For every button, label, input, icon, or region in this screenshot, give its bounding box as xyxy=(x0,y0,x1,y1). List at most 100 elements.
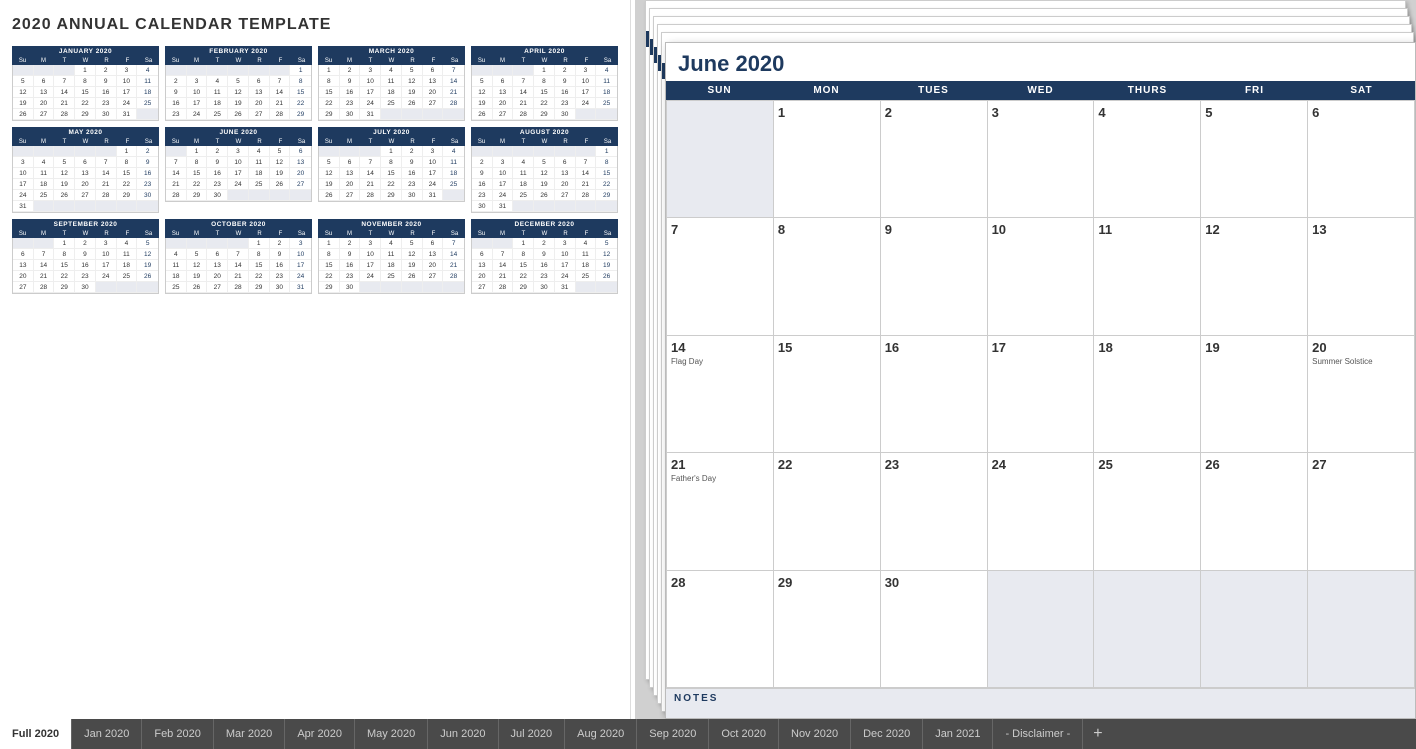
mini-cal-day: 1 xyxy=(534,65,555,76)
june-day-number: 20 xyxy=(1312,340,1410,355)
tab-jan-2021[interactable]: Jan 2021 xyxy=(923,719,993,749)
mini-cal-header-day: M xyxy=(492,138,513,146)
mini-cal-day: 25 xyxy=(166,282,187,293)
mini-cal-day: 20 xyxy=(75,179,96,190)
mini-cal-day: 5 xyxy=(270,146,291,157)
tab-jan-2020[interactable]: Jan 2020 xyxy=(72,719,142,749)
tab-aug-2020[interactable]: Aug 2020 xyxy=(565,719,637,749)
tab---disclaimer--[interactable]: - Disclaimer - xyxy=(993,719,1083,749)
mini-cal-day: 11 xyxy=(249,157,270,168)
mini-cal-empty xyxy=(75,146,96,157)
mini-cal-body: 1234567891011121314151617181920212223242… xyxy=(12,146,159,213)
mini-cal-day: 22 xyxy=(54,271,75,282)
mini-cal-day: 28 xyxy=(443,98,464,109)
mini-cal-empty xyxy=(249,65,270,76)
mini-cal-header-day: R xyxy=(96,57,117,65)
june-day-cell: 3 xyxy=(988,101,1095,218)
calendar-stack: January 2020 SUN MON TUES WED THURS FRI … xyxy=(635,0,1416,719)
mini-calendars-grid: JANUARY 2020SuMTWRFSa1234567891011121314… xyxy=(12,46,618,294)
mini-cal-day: 30 xyxy=(75,282,96,293)
mini-cal-empty xyxy=(54,146,75,157)
mini-cal-day: 20 xyxy=(13,271,34,282)
june-event-label: Summer Solstice xyxy=(1312,357,1410,366)
mini-cal-day: 11 xyxy=(596,76,617,87)
mini-cal-day: 1 xyxy=(381,146,402,157)
mini-cal-day: 15 xyxy=(249,260,270,271)
mini-cal-empty xyxy=(340,146,361,157)
mini-cal-header-day: F xyxy=(423,230,444,238)
mini-cal-title: SEPTEMBER 2020 xyxy=(12,219,159,230)
mini-cal-day: 11 xyxy=(513,168,534,179)
tab-sep-2020[interactable]: Sep 2020 xyxy=(637,719,709,749)
mini-cal-day: 24 xyxy=(493,190,514,201)
mini-cal-day: 2 xyxy=(555,65,576,76)
june-day-number: 4 xyxy=(1098,105,1196,120)
mini-cal-header-day: F xyxy=(270,57,291,65)
tab-dec-2020[interactable]: Dec 2020 xyxy=(851,719,923,749)
mini-cal-empty xyxy=(555,146,576,157)
mini-cal-empty xyxy=(166,238,187,249)
mini-cal-day: 16 xyxy=(207,168,228,179)
mini-cal-body: 1234567891011121314151617181920212223242… xyxy=(165,238,312,294)
tab-jun-2020[interactable]: Jun 2020 xyxy=(428,719,498,749)
mini-cal-day: 28 xyxy=(360,190,381,201)
tab-may-2020[interactable]: May 2020 xyxy=(355,719,428,749)
add-tab-button[interactable]: + xyxy=(1083,719,1112,749)
mini-cal-day: 9 xyxy=(207,157,228,168)
mini-cal-header-day: M xyxy=(33,230,54,238)
mini-cal-header-day: T xyxy=(54,230,75,238)
mini-cal-header-day: F xyxy=(117,230,138,238)
mini-cal-day: 23 xyxy=(96,98,117,109)
mini-cal-day: 22 xyxy=(596,179,617,190)
tab-feb-2020[interactable]: Feb 2020 xyxy=(142,719,213,749)
june-day-cell: 1 xyxy=(774,101,881,218)
mini-cal-day: 9 xyxy=(270,249,291,260)
mini-cal-day: 25 xyxy=(381,271,402,282)
mini-cal-empty xyxy=(402,109,423,120)
june-day-cell xyxy=(667,101,774,218)
mini-cal-empty xyxy=(596,282,617,293)
mini-cal-day: 8 xyxy=(54,249,75,260)
mini-cal-title: OCTOBER 2020 xyxy=(165,219,312,230)
mini-cal-day: 9 xyxy=(166,87,187,98)
mini-cal-day: 31 xyxy=(423,190,444,201)
june-day-cell: 20 Summer Solstice xyxy=(1308,336,1415,453)
mini-cal-empty xyxy=(534,201,555,212)
june-col-header: WED xyxy=(987,81,1094,100)
mini-cal-day: 16 xyxy=(137,168,158,179)
mini-cal-body: 1234567891011121314151617181920212223242… xyxy=(318,65,465,121)
mini-cal-empty xyxy=(34,201,55,212)
mini-cal-empty xyxy=(576,146,597,157)
tab-jul-2020[interactable]: Jul 2020 xyxy=(499,719,566,749)
june-day-number: 29 xyxy=(778,575,876,590)
mini-cal-header-day: Su xyxy=(12,138,33,146)
tab-oct-2020[interactable]: Oct 2020 xyxy=(709,719,779,749)
mini-cal-day: 3 xyxy=(360,65,381,76)
mini-cal-day: 4 xyxy=(207,76,228,87)
mini-cal-day: 17 xyxy=(423,168,444,179)
mini-cal-day: 7 xyxy=(54,76,75,87)
tab-mar-2020[interactable]: Mar 2020 xyxy=(214,719,285,749)
tab-nov-2020[interactable]: Nov 2020 xyxy=(779,719,851,749)
tab-apr-2020[interactable]: Apr 2020 xyxy=(285,719,355,749)
mini-cal-header-day: W xyxy=(228,57,249,65)
mini-cal-day: 28 xyxy=(96,190,117,201)
left-panel: 2020 ANNUAL CALENDAR TEMPLATE JANUARY 20… xyxy=(0,0,635,719)
mini-cal-day: 18 xyxy=(34,179,55,190)
june-day-cell: 15 xyxy=(774,336,881,453)
mini-cal-day: 17 xyxy=(360,260,381,271)
mini-cal-day: 2 xyxy=(75,238,96,249)
mini-cal-day: 6 xyxy=(290,146,311,157)
june-day-number: 12 xyxy=(1205,222,1303,237)
mini-cal-day: 28 xyxy=(166,190,187,201)
mini-cal-day: 3 xyxy=(228,146,249,157)
mini-cal-day: 16 xyxy=(96,87,117,98)
mini-cal-day: 23 xyxy=(340,98,361,109)
june-day-cell xyxy=(988,571,1095,688)
tab-full-2020[interactable]: Full 2020 xyxy=(0,719,72,749)
mini-cal-header: SuMTWRFSa xyxy=(165,230,312,238)
mini-cal-day: 19 xyxy=(472,98,493,109)
mini-cal-header-day: F xyxy=(270,138,291,146)
mini-cal-day: 7 xyxy=(360,157,381,168)
mini-cal-day: 5 xyxy=(472,76,493,87)
